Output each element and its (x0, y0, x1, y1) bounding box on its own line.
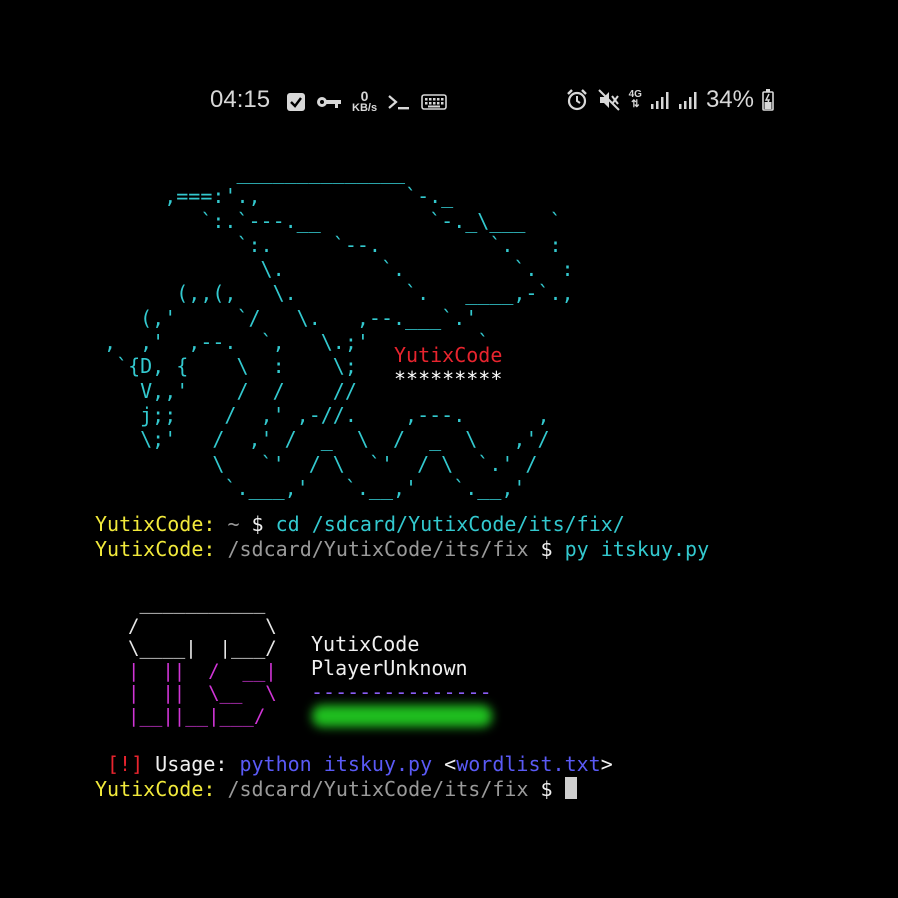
network-4g-icon: 4G ⇅ (629, 90, 642, 110)
terminal-prompt-line[interactable]: YutixCode: /sdcard/YutixCode/its/fix $ (95, 777, 577, 801)
prompt-path: /sdcard/YutixCode/its/fix (215, 777, 541, 801)
terminal-cursor[interactable] (564, 777, 577, 799)
prompt-user: YutixCode: (95, 777, 216, 801)
terminal-command: cd /sdcard/YutixCode/its/fix/ (275, 512, 625, 536)
usage-marker: [!] (107, 752, 144, 776)
usage-line: [!] Usage: python itskuy.py <wordlist.tx… (107, 752, 613, 776)
info-separator: --------------- (311, 680, 492, 704)
net-speed-unit: KB/s (352, 102, 378, 114)
redacted-text (312, 705, 492, 727)
usage-argument: wordlist.txt (456, 752, 601, 776)
status-clock: 04:15 (210, 86, 271, 113)
signal-icon (650, 92, 669, 109)
signal-icon (678, 92, 697, 109)
battery-percent: 34% (705, 86, 754, 113)
usage-lt: < (432, 752, 457, 776)
its-logo-ascii-art: ___________ / \ \____| |___/ | || / __| … (128, 592, 277, 727)
prompt-symbol: $ (540, 777, 565, 801)
prompt-symbol: $ (540, 537, 565, 561)
terminal-line: YutixCode: ~ $ cd /sdcard/YutixCode/its/… (95, 512, 625, 536)
dragon-ascii-art: ______________ ,===:'., `-._ `:.`---.__ … (104, 160, 574, 500)
terminal-command: py itskuy.py (564, 537, 710, 561)
tool-author: YutixCode (311, 632, 420, 656)
usage-label: Usage: (143, 752, 240, 776)
banner-name: YutixCode (394, 343, 503, 367)
data-arrows: ⇅ (631, 99, 640, 110)
prompt-user: YutixCode: (95, 512, 216, 536)
key-icon (317, 97, 341, 108)
tool-subtitle: PlayerUnknown (311, 656, 468, 680)
status-icons-right: 4G ⇅ 34% (565, 86, 774, 114)
battery-icon (762, 89, 774, 111)
checkbox-icon (287, 93, 305, 111)
banner-password-mask: ********* (394, 367, 503, 391)
prompt-symbol: $ (251, 512, 276, 536)
status-bar: 04:15 0 KB/s 4G ⇅ 34% (0, 84, 898, 118)
status-icons-left: 0 KB/s (286, 89, 447, 114)
mute-icon (597, 89, 620, 111)
alarm-icon (566, 89, 587, 111)
net-speed-icon: 0 KB/s (352, 89, 378, 114)
banner-brand: YutixCode ********* (394, 343, 502, 391)
prompt-path: ~ (215, 512, 252, 536)
terminal-line: YutixCode: /sdcard/YutixCode/its/fix $ p… (95, 537, 709, 561)
usage-command: python itskuy.py (239, 752, 433, 776)
terminal-icon (388, 95, 410, 110)
prompt-path: /sdcard/YutixCode/its/fix (215, 537, 541, 561)
prompt-user: YutixCode: (95, 537, 216, 561)
usage-gt: > (600, 752, 613, 776)
keyboard-icon (421, 94, 447, 110)
